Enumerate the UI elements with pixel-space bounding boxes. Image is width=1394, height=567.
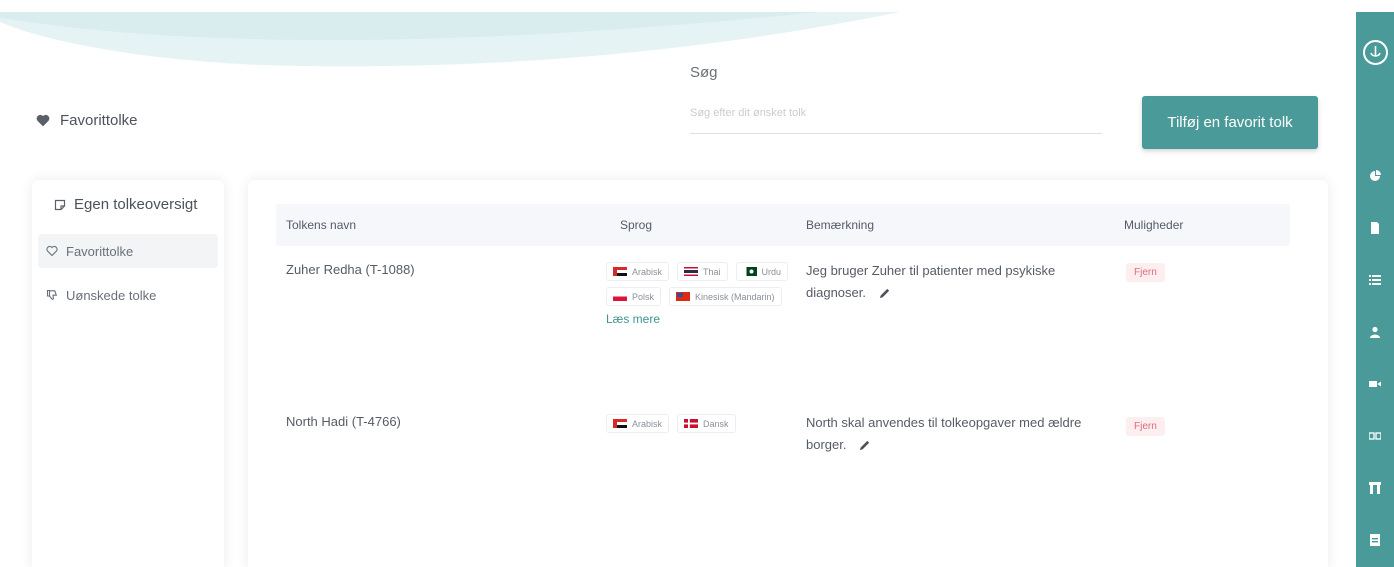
sidebar-title: Egen tolkeoversigt	[54, 196, 197, 213]
table-row-options: Fjern	[1126, 262, 1165, 282]
user-icon[interactable]	[1369, 326, 1381, 338]
table-row-note: North skal anvendes til tolkeopgaver med…	[806, 415, 1082, 452]
table-row-options: Fjern	[1126, 416, 1165, 436]
logo-icon[interactable]	[1363, 40, 1388, 65]
sidebar-item-label: Uønskede tolke	[66, 287, 157, 303]
note-icon	[54, 199, 66, 210]
flag-icon	[676, 292, 691, 301]
list-icon[interactable]	[1369, 274, 1381, 286]
table-row-languages: Arabisk Thai Urdu Polsk Kinesisk (Mandar…	[606, 262, 806, 326]
language-chip: Dansk	[677, 414, 736, 433]
search-label: Søg	[690, 64, 718, 81]
table-header: Tolkens navn Sprog Bemærkning Muligheder	[276, 204, 1290, 246]
search-area: Søg	[690, 64, 1102, 134]
video-icon[interactable]	[1369, 378, 1381, 390]
column-header-name: Tolkens navn	[286, 218, 357, 232]
heart-icon	[36, 114, 50, 127]
language-chip: Arabisk	[606, 414, 670, 433]
chart-icon[interactable]	[1369, 170, 1381, 182]
pencil-icon[interactable]	[858, 439, 871, 452]
document-icon[interactable]	[1369, 222, 1381, 234]
calendar-icon[interactable]	[1369, 534, 1381, 546]
heart-outline-icon	[46, 245, 58, 257]
pencil-icon[interactable]	[878, 287, 891, 300]
language-chip: Thai	[677, 262, 728, 281]
right-nav-bar	[1356, 12, 1394, 567]
table-row-name: Zuher Redha (T-1088)	[286, 262, 415, 277]
sidebar-item-label: Favorittolke	[66, 243, 134, 259]
sidebar-title-text: Egen tolkeoversigt	[74, 196, 198, 213]
column-header-options: Muligheder	[1124, 218, 1184, 232]
flag-icon	[613, 292, 627, 301]
add-favorite-button[interactable]: Tilføj en favorit tolk	[1142, 96, 1318, 149]
language-chip: Polsk	[606, 287, 662, 306]
language-chip: Urdu	[735, 262, 789, 281]
column-header-language: Sprog	[620, 218, 653, 232]
remove-button[interactable]: Fjern	[1126, 417, 1165, 436]
building-icon[interactable]	[1369, 482, 1381, 494]
flag-icon	[684, 267, 699, 276]
flag-icon	[684, 419, 699, 428]
page-title-text: Favorittolke	[60, 112, 138, 129]
table-row-name: North Hadi (T-4766)	[286, 414, 401, 429]
table-row-note: Jeg bruger Zuher til patienter med psyki…	[806, 263, 1056, 300]
sidebar-panel: Egen tolkeoversigt Favorittolke Uønskede…	[32, 180, 224, 567]
column-header-note: Bemærkning	[806, 218, 875, 232]
flag-icon	[613, 419, 627, 428]
page-title: Favorittolke	[36, 112, 138, 129]
translate-icon[interactable]	[1369, 430, 1381, 442]
flag-icon	[613, 267, 627, 276]
flag-icon	[742, 267, 757, 276]
table-row-languages: Arabisk Dansk	[606, 414, 806, 433]
interpreter-table: Tolkens navn Sprog Bemærkning Muligheder…	[248, 180, 1328, 567]
read-more-link[interactable]: Læs mere	[606, 312, 806, 326]
search-input[interactable]	[690, 103, 1102, 134]
language-chip: Arabisk	[606, 262, 670, 281]
thumbs-down-icon	[46, 289, 58, 300]
remove-button[interactable]: Fjern	[1126, 263, 1165, 282]
sidebar-item-favorites[interactable]: Favorittolke	[38, 234, 218, 268]
sidebar-item-unwanted[interactable]: Uønskede tolke	[38, 278, 218, 312]
language-chip: Kinesisk (Mandarin)	[669, 287, 782, 306]
